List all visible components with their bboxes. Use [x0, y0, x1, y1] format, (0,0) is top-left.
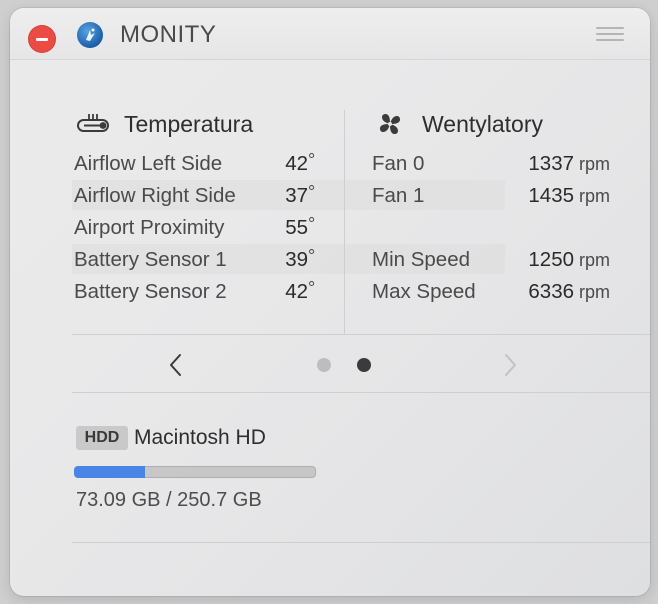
fan-unit: rpm	[579, 186, 610, 206]
temperature-unit: °	[308, 246, 316, 266]
temperature-label: Airflow Right Side	[74, 184, 236, 207]
hdd-badge: HDD	[76, 426, 128, 450]
chevron-left-icon	[170, 354, 181, 376]
fan-unit: rpm	[579, 154, 610, 174]
temperature-label: Airport Proximity	[74, 216, 225, 239]
max-speed-value: 6336	[528, 280, 574, 303]
page-dot-1[interactable]	[317, 358, 331, 372]
temperature-label: Airflow Left Side	[74, 152, 223, 175]
monity-window: MONITY Temperatura Airflow Left Side 42 …	[10, 8, 650, 596]
row-stripe	[345, 180, 505, 210]
app-logo-icon	[77, 22, 103, 48]
column-divider	[344, 110, 345, 334]
previous-page-button[interactable]	[168, 352, 184, 383]
min-speed-unit: rpm	[579, 250, 610, 270]
chevron-right-icon	[505, 354, 516, 376]
divider	[72, 334, 650, 335]
page-dot-2[interactable]	[357, 358, 371, 372]
thermometer-icon	[76, 113, 110, 140]
temperature-value: 39	[285, 248, 308, 271]
divider	[72, 392, 650, 393]
app-title: MONITY	[120, 21, 217, 48]
close-button[interactable]	[28, 25, 56, 53]
temperature-unit: °	[308, 214, 316, 234]
fan-label: Fan 1	[372, 184, 425, 207]
title-bar: MONITY	[10, 8, 650, 60]
temperature-unit: °	[308, 150, 316, 170]
temperature-unit: °	[308, 182, 316, 202]
max-speed-unit: rpm	[579, 282, 610, 302]
fan-value: 1435	[528, 184, 574, 207]
fan-value: 1337	[528, 152, 574, 175]
divider	[72, 542, 650, 543]
fan-icon	[378, 112, 402, 141]
temperature-value: 37	[285, 184, 308, 207]
min-speed-label: Min Speed	[372, 248, 471, 271]
min-speed-value: 1250	[528, 248, 574, 271]
fan-label: Fan 0	[372, 152, 425, 175]
next-page-button[interactable]	[502, 352, 518, 383]
disk-name: Macintosh HD	[134, 426, 266, 449]
temperature-label: Battery Sensor 2	[74, 280, 227, 303]
temperature-value: 42	[285, 152, 308, 175]
temperature-value: 55	[285, 216, 308, 239]
temperature-heading: Temperatura	[124, 111, 254, 137]
temperature-label: Battery Sensor 1	[74, 248, 227, 271]
max-speed-label: Max Speed	[372, 280, 476, 303]
temperature-value: 42	[285, 280, 308, 303]
disk-usage-text: 73.09 GB / 250.7 GB	[76, 489, 262, 511]
menu-icon[interactable]	[596, 27, 624, 41]
disk-usage-fill	[74, 466, 145, 478]
close-icon	[36, 37, 48, 41]
temperature-unit: °	[308, 278, 316, 298]
fans-heading: Wentylatory	[422, 111, 544, 137]
disk-usage-bar	[74, 466, 316, 478]
